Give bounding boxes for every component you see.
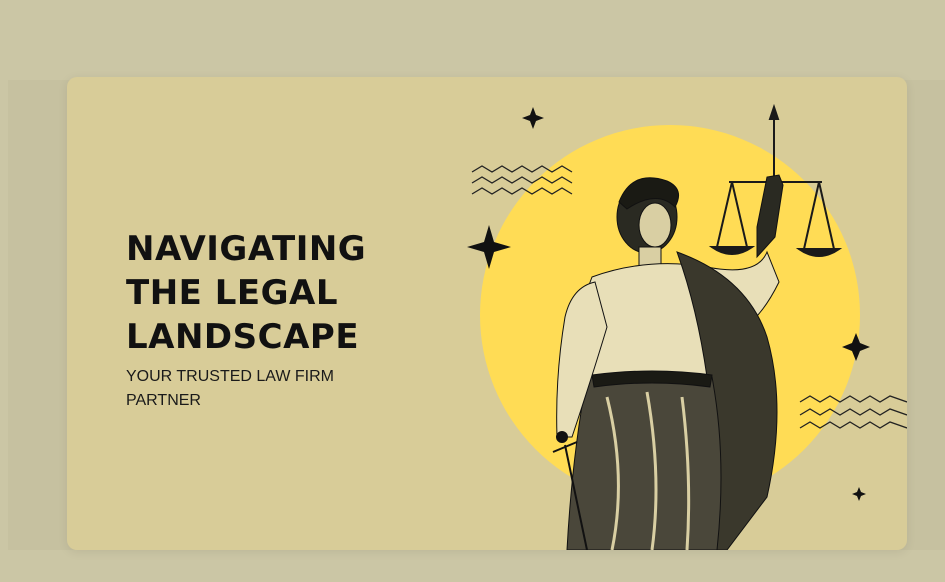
slide-card[interactable]: NAVIGATING THE LEGAL LANDSCAPE YOUR TRUS… (67, 77, 907, 550)
sparkle-icon (522, 107, 544, 129)
lady-justice-illustration (467, 103, 907, 550)
sparkle-icon (852, 487, 866, 501)
